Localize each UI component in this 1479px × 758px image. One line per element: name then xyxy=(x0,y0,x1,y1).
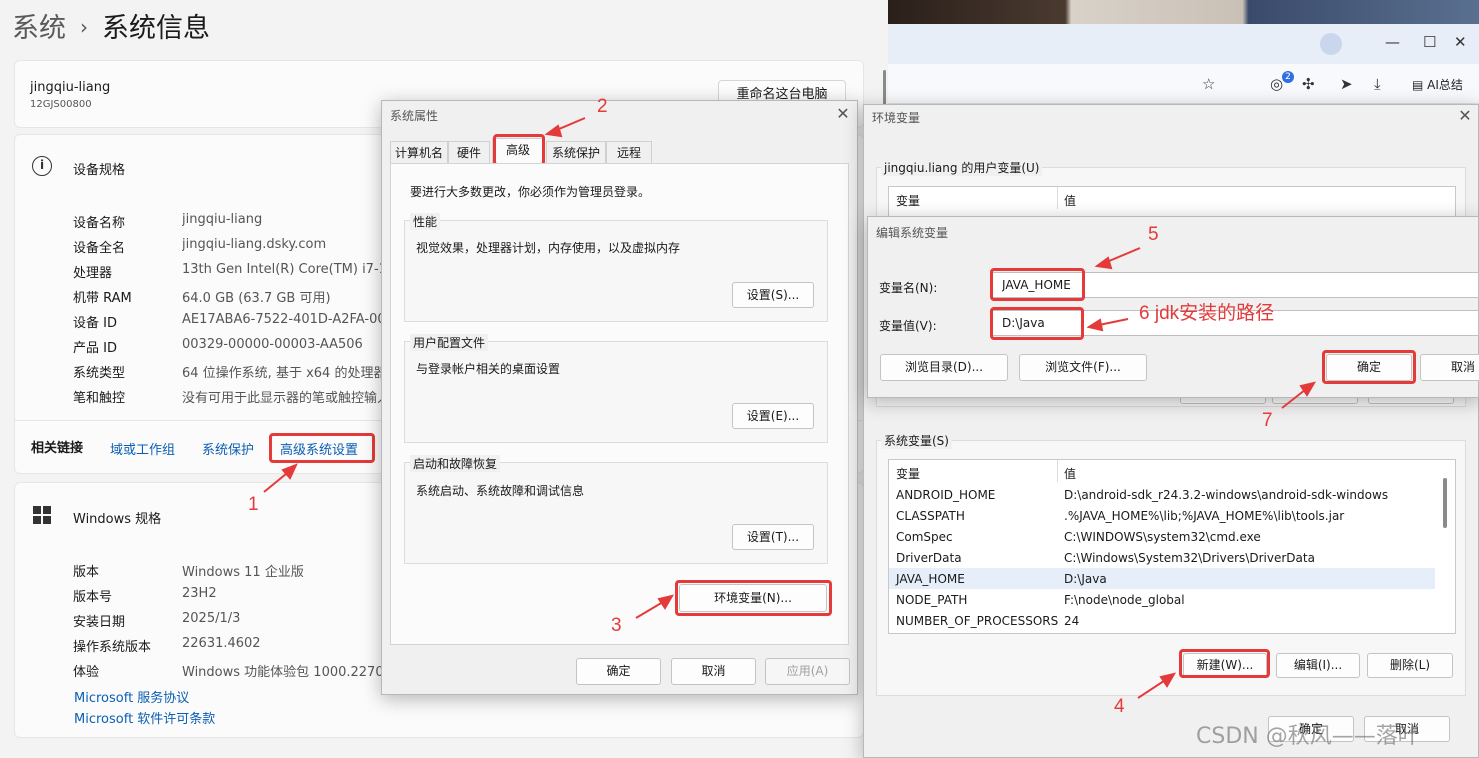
arrowhead-6 xyxy=(1086,318,1104,332)
annotation-arrows xyxy=(263,117,1317,699)
annotation-step-1: 1 xyxy=(248,494,259,515)
arrowhead-3 xyxy=(657,594,675,610)
watermark: CSDN @秋风——落叶 xyxy=(1196,724,1420,749)
arrowhead-2 xyxy=(544,124,563,138)
arrowhead-7 xyxy=(1299,381,1317,397)
annotation-step-5: 5 xyxy=(1148,224,1159,245)
annotation-step-2: 2 xyxy=(597,96,608,117)
annotation-step-4: 4 xyxy=(1114,696,1125,717)
arrowhead-5 xyxy=(1094,256,1113,270)
arrowhead-4 xyxy=(1159,672,1177,688)
annotation-step-7: 7 xyxy=(1262,410,1273,431)
annotation-step-6: 6 jdk安装的路径 xyxy=(1139,303,1275,324)
annotation-step-3: 3 xyxy=(611,615,622,636)
